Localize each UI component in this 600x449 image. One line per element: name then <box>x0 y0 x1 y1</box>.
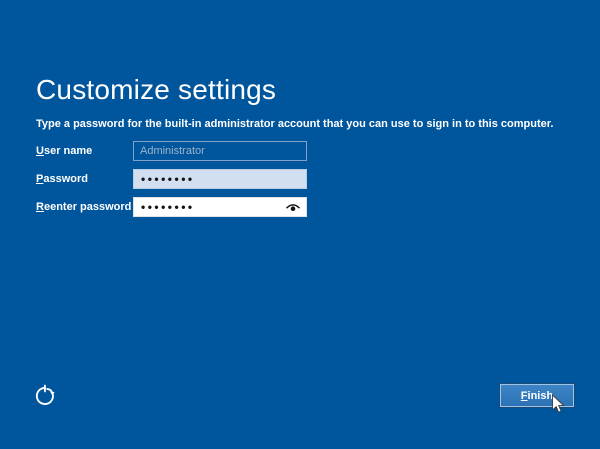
username-label: User name <box>36 145 133 157</box>
ease-of-access-icon[interactable] <box>34 384 58 408</box>
reenter-password-masked-value: •••••••• <box>134 198 195 216</box>
reenter-password-label: Reenter password <box>36 201 133 213</box>
oobe-customize-settings-screen: Customize settings Type a password for t… <box>0 0 600 449</box>
form-row-username: User name <box>36 141 346 161</box>
password-label: Password <box>36 173 133 185</box>
finish-button[interactable]: Finish <box>500 384 574 407</box>
form-row-password: Password •••••••• <box>36 169 346 189</box>
page-subtitle: Type a password for the built-in adminis… <box>36 118 553 130</box>
page-title: Customize settings <box>36 74 276 106</box>
password-input[interactable]: •••••••• <box>133 169 307 189</box>
form-row-reenter-password: Reenter password •••••••• <box>36 197 346 217</box>
reenter-password-input[interactable]: •••••••• <box>133 197 307 217</box>
eye-icon[interactable] <box>286 202 300 213</box>
password-masked-value: •••••••• <box>134 170 195 188</box>
username-input[interactable] <box>133 141 307 161</box>
